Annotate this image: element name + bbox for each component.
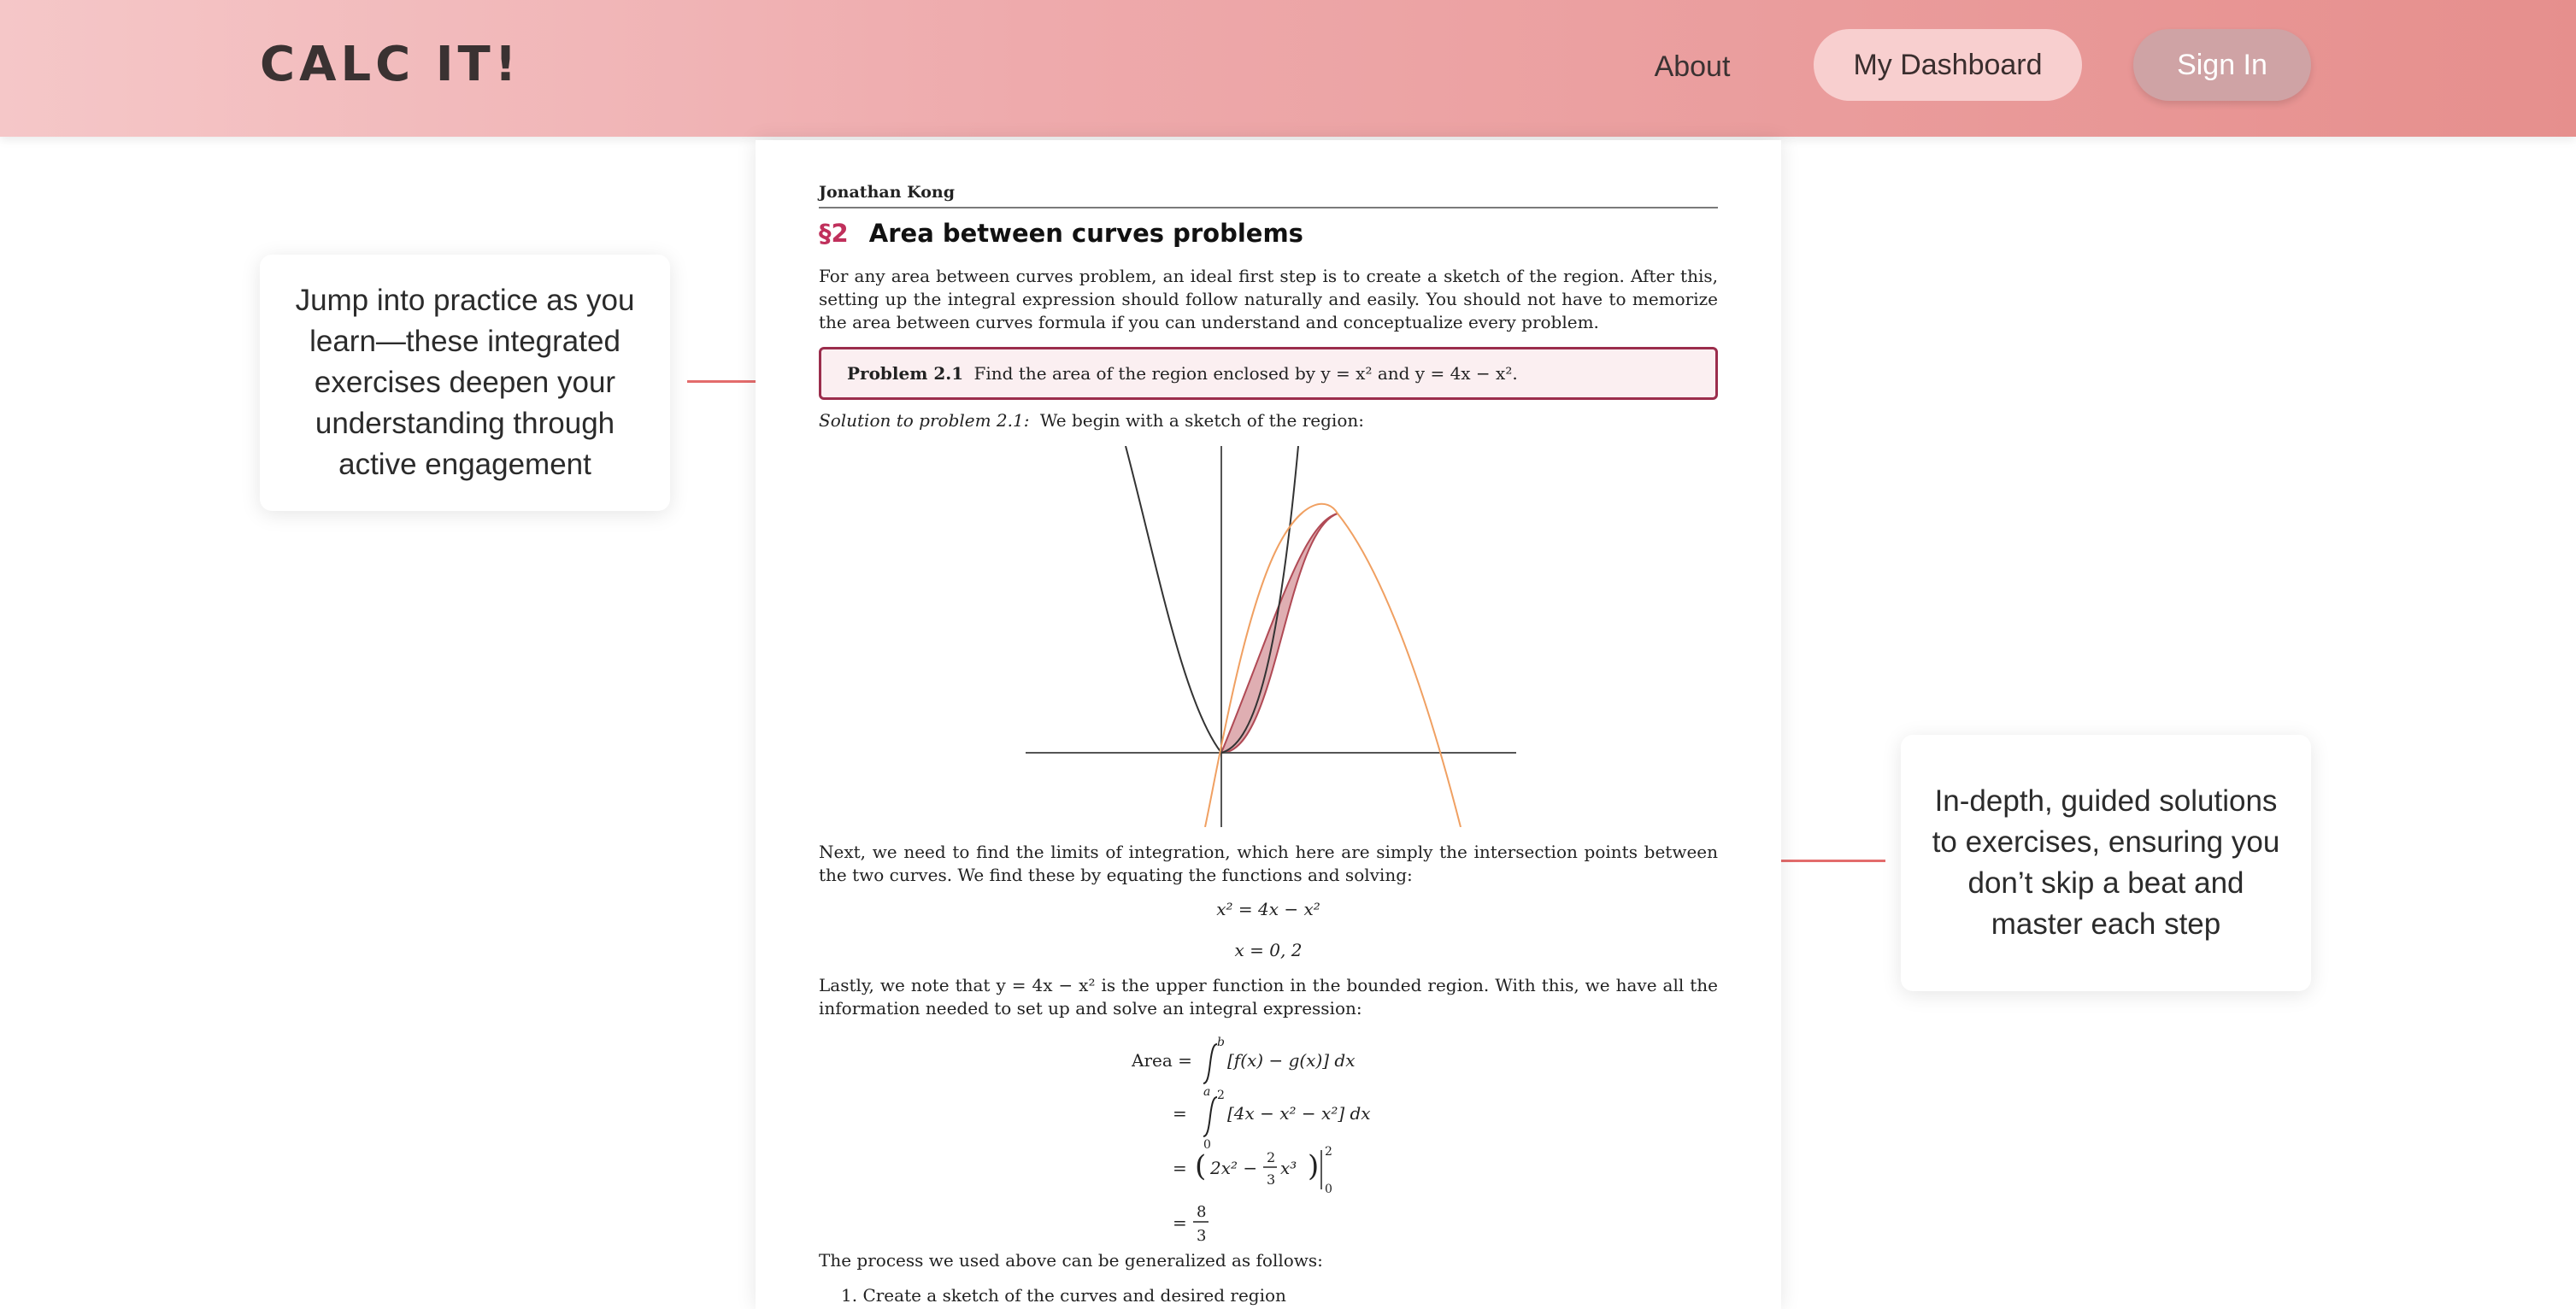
area-line-2: [4x − x² − x²] dx bbox=[1227, 1103, 1371, 1124]
section-heading: §2 Area between curves problems bbox=[819, 219, 1303, 248]
solutions-callout: In-depth, guided solutions to exercises,… bbox=[1901, 735, 2311, 991]
area-label: Area = bbox=[1132, 1050, 1192, 1071]
limits-paragraph: Next, we need to find the limits of inte… bbox=[819, 842, 1718, 885]
lower-limit-a: a bbox=[1203, 1085, 1210, 1099]
area-line-3a: 2x² − bbox=[1209, 1158, 1257, 1178]
region-sketch bbox=[1026, 446, 1516, 827]
eval-upper-2: 2 bbox=[1325, 1145, 1332, 1159]
area-line-1: [f(x) − g(x)] dx bbox=[1227, 1050, 1356, 1071]
eval-lower-0: 0 bbox=[1325, 1183, 1332, 1196]
process-step-1: 1. Create a sketch of the curves and des… bbox=[841, 1285, 1286, 1306]
equation-1: x² = 4x − x² bbox=[1216, 899, 1320, 919]
frac-denominator: 3 bbox=[1267, 1171, 1275, 1188]
frac-numerator: 2 bbox=[1267, 1149, 1275, 1165]
generalized-paragraph: The process we used above can be general… bbox=[819, 1250, 1323, 1271]
problem-text: Find the area of the region enclosed by … bbox=[973, 363, 1518, 384]
solutions-callout-text: In-depth, guided solutions to exercises,… bbox=[1932, 784, 2280, 941]
section-title: Area between curves problems bbox=[868, 219, 1303, 248]
svg-text:(: ( bbox=[1195, 1149, 1206, 1183]
document-preview: Jonathan Kong §2 Area between curves pro… bbox=[756, 140, 1781, 1309]
final-numerator: 8 bbox=[1197, 1203, 1206, 1221]
shaded-region bbox=[1220, 513, 1338, 754]
top-navbar: CALC IT! About My Dashboard Sign In bbox=[0, 0, 2576, 137]
my-dashboard-button[interactable]: My Dashboard bbox=[1814, 29, 2082, 101]
problem-label: Problem 2.1 bbox=[847, 363, 964, 384]
practice-callout: Jump into practice as you learn—these in… bbox=[260, 255, 670, 511]
equation-2: x = 0, 2 bbox=[1234, 940, 1303, 960]
nav-about-link[interactable]: About bbox=[1624, 39, 1761, 94]
solution-label: Solution to problem 2.1: bbox=[819, 410, 1030, 431]
site-logo[interactable]: CALC IT! bbox=[260, 34, 520, 96]
problem-box: Problem 2.1 Find the area of the region … bbox=[819, 347, 1718, 400]
solution-line: Solution to problem 2.1: We begin with a… bbox=[819, 410, 1364, 431]
parabola-4x-minus-x-squared bbox=[1204, 502, 1461, 827]
section-number: §2 bbox=[819, 219, 849, 248]
intro-paragraph: For any area between curves problem, an … bbox=[819, 266, 1718, 332]
svg-text:): ) bbox=[1308, 1149, 1319, 1183]
solution-text: We begin with a sketch of the region: bbox=[1039, 410, 1364, 431]
sign-in-button[interactable]: Sign In bbox=[2133, 29, 2311, 101]
practice-callout-text: Jump into practice as you learn—these in… bbox=[295, 284, 635, 481]
svg-text:=: = bbox=[1173, 1212, 1187, 1233]
area-line-3b: x³ bbox=[1280, 1158, 1297, 1178]
svg-text:=: = bbox=[1173, 1158, 1187, 1178]
svg-text:=: = bbox=[1173, 1103, 1187, 1124]
solutions-callout-connector bbox=[1764, 860, 1885, 862]
document-author: Jonathan Kong bbox=[819, 183, 1718, 208]
upper-limit-b: b bbox=[1217, 1036, 1225, 1049]
final-denominator: 3 bbox=[1197, 1227, 1206, 1245]
parabola-x-squared bbox=[1125, 446, 1299, 754]
area-derivation: Area = b a [f(x) − g(x)] dx = 2 0 [4x − … bbox=[1132, 1036, 1371, 1245]
upper-function-paragraph: Lastly, we note that y = 4x − x² is the … bbox=[819, 975, 1718, 1018]
upper-limit-2: 2 bbox=[1217, 1089, 1225, 1102]
